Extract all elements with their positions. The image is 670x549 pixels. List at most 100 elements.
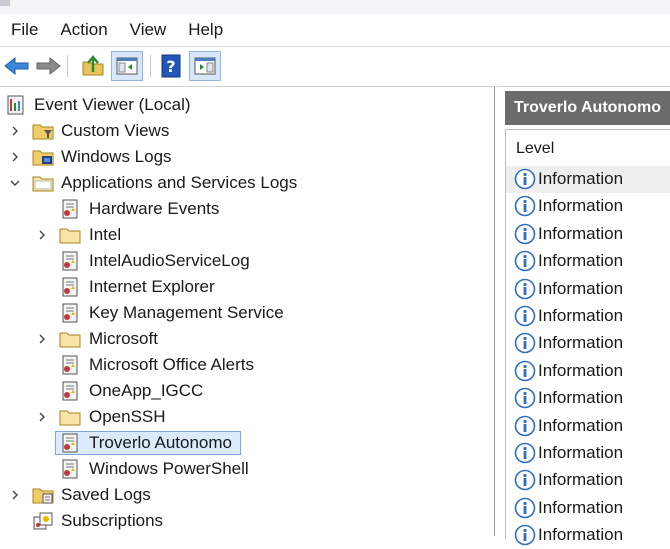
event-level-label: Information (538, 223, 624, 243)
saved-folder-icon (32, 488, 54, 504)
tree-item-label: Applications and Services Logs (61, 173, 298, 192)
information-icon (514, 497, 536, 519)
information-icon (514, 333, 536, 354)
toolbar-separator (67, 55, 68, 77)
event-row[interactable]: Information (506, 385, 670, 412)
information-icon (514, 470, 536, 491)
title-bar (0, 0, 670, 14)
event-row[interactable]: Information (506, 330, 670, 357)
back-arrow-icon (4, 56, 29, 76)
information-icon (514, 305, 536, 327)
event-row[interactable]: Information (506, 467, 670, 494)
event-row[interactable]: Information (506, 358, 670, 385)
chevron-right-icon[interactable] (8, 124, 22, 138)
tree-item-label: Custom Views (61, 121, 170, 140)
information-icon (514, 223, 536, 245)
help-icon: ? (161, 54, 181, 78)
log-icon (62, 459, 78, 479)
event-level-label: Information (538, 360, 624, 380)
tree-item-label: Intel (89, 225, 122, 244)
information-icon (514, 360, 536, 382)
event-level-label: Information (538, 388, 624, 408)
tree-item-label: Troverlo Autonomo (89, 433, 232, 452)
help-button[interactable]: ? (155, 51, 187, 81)
event-level-label: Information (538, 525, 624, 545)
show-hide-action-pane-icon (194, 57, 216, 75)
folder-icon (59, 332, 81, 348)
event-viewer-icon (7, 95, 24, 115)
app-icon (0, 0, 10, 6)
event-level-label: Information (538, 196, 624, 216)
event-level-label: Information (538, 470, 624, 490)
log-icon (62, 277, 78, 297)
event-level-label: Information (538, 251, 624, 271)
event-row[interactable]: Information (506, 221, 670, 248)
console-tree: Event Viewer (Local) Custom Views Window… (0, 86, 495, 536)
tree-item-label: Event Viewer (Local) (34, 95, 191, 114)
menu-file[interactable]: File (0, 20, 49, 40)
log-icon (62, 433, 78, 453)
events-list: Level Information Information Information I… (505, 129, 670, 546)
event-row[interactable]: Information (506, 303, 670, 330)
up-one-level-button[interactable] (77, 51, 109, 81)
event-level-label: Information (538, 278, 624, 298)
information-icon (514, 168, 536, 190)
up-folder-icon (82, 55, 104, 76)
toolbar-separator (150, 55, 151, 77)
event-level-label: Information (538, 306, 624, 325)
column-header-level[interactable]: Level (516, 140, 554, 158)
event-level-label: Information (538, 169, 624, 188)
event-row[interactable]: Information (506, 248, 670, 275)
tree-item-label: Windows PowerShell (89, 459, 249, 478)
information-icon (514, 524, 536, 546)
log-icon (62, 381, 78, 401)
chevron-down-icon[interactable] (8, 176, 22, 190)
event-row[interactable]: Information (506, 166, 670, 193)
back-button[interactable] (1, 51, 33, 81)
information-icon (514, 250, 536, 272)
menu-help[interactable]: Help (177, 20, 234, 40)
panel-title: Troverlo Autonomo (505, 91, 670, 125)
chevron-right-icon[interactable] (35, 228, 49, 242)
chevron-right-icon[interactable] (35, 410, 49, 424)
show-hide-action-pane-button[interactable] (189, 51, 221, 81)
tree-item-label: Hardware Events (89, 199, 220, 218)
toolbar: ? (0, 46, 670, 85)
information-icon (514, 196, 536, 217)
event-row[interactable]: Information (506, 276, 670, 303)
event-row[interactable]: Information (506, 440, 670, 467)
chevron-right-icon[interactable] (8, 488, 22, 502)
log-icon (62, 355, 78, 375)
tree-item-label: Key Management Service (89, 303, 284, 322)
event-row[interactable]: Information (506, 495, 670, 522)
folder-open-icon (32, 176, 54, 192)
svg-text:?: ? (166, 57, 175, 76)
log-icon (62, 303, 78, 323)
event-level-label: Information (538, 415, 624, 435)
tree-item-label: IntelAudioServiceLog (89, 251, 250, 270)
show-hide-console-tree-button[interactable] (111, 51, 143, 81)
information-icon (514, 387, 536, 409)
folder-icon (59, 228, 81, 244)
event-row[interactable]: Information (506, 413, 670, 440)
tree-item-label: OneApp_IGCC (89, 381, 204, 400)
tree-item-label: Microsoft Office Alerts (89, 355, 255, 374)
forward-button[interactable] (32, 51, 64, 81)
menu-bar: File Action View Help (0, 14, 670, 46)
forward-arrow-icon (36, 56, 61, 76)
log-icon (62, 199, 78, 219)
tree-item-label: Internet Explorer (89, 277, 215, 296)
chevron-right-icon[interactable] (35, 332, 49, 346)
tree-item-label: OpenSSH (89, 407, 166, 426)
log-detail-pane: Troverlo Autonomo Level Information Infor… (497, 86, 670, 546)
filter-folder-icon (32, 124, 54, 140)
event-level-label: Information (538, 333, 624, 353)
event-level-label: Information (538, 443, 624, 462)
menu-action[interactable]: Action (49, 20, 118, 40)
chevron-right-icon[interactable] (8, 150, 22, 164)
tree-item-label: Saved Logs (61, 485, 151, 504)
menu-view[interactable]: View (119, 20, 178, 40)
information-icon (514, 415, 536, 436)
subscriptions-icon (33, 512, 53, 530)
event-row[interactable]: Information (506, 193, 670, 220)
